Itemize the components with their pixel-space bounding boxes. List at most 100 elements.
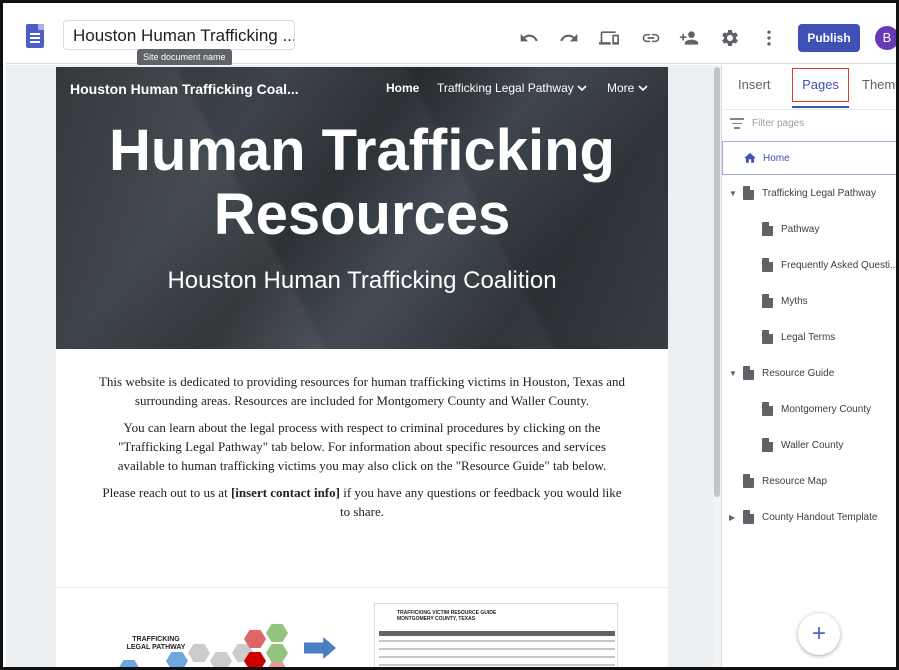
page-icon xyxy=(762,294,773,308)
add-page-button[interactable]: + xyxy=(798,613,840,655)
hero-header[interactable]: Houston Human Trafficking Coal... Home T… xyxy=(56,67,668,349)
hero-subtitle[interactable]: Houston Human Trafficking Coalition xyxy=(56,267,668,295)
undo-icon[interactable] xyxy=(518,28,540,50)
filter-pages-placeholder: Filter pages xyxy=(752,118,805,129)
resource-guide-band xyxy=(379,631,615,636)
pathway-hex xyxy=(188,644,210,662)
account-avatar[interactable]: B xyxy=(875,26,896,50)
page-item-label: Home xyxy=(763,153,790,164)
chevron-down-icon xyxy=(577,81,587,95)
page-item-pathway[interactable]: Pathway xyxy=(722,213,896,247)
page-icon xyxy=(762,438,773,452)
pathway-hex xyxy=(266,662,288,667)
page-icon xyxy=(743,510,754,524)
page-icon xyxy=(762,222,773,236)
google-sites-logo-icon[interactable] xyxy=(26,24,44,48)
screenshot-frame: Houston Human Trafficking ... Site docum… xyxy=(0,0,899,670)
page-item-label: Frequently Asked Questi... xyxy=(781,260,899,271)
page-item-myths[interactable]: Myths xyxy=(722,285,896,319)
section-divider xyxy=(56,587,668,588)
page-icon xyxy=(743,366,754,380)
document-name-tooltip: Site document name xyxy=(137,49,232,66)
publish-button[interactable]: Publish xyxy=(798,24,860,52)
page-item-resource-guide[interactable]: ▼ Resource Guide xyxy=(722,357,896,391)
more-vert-icon[interactable] xyxy=(758,28,780,50)
intro-paragraph: This website is dedicated to providing r… xyxy=(98,374,626,408)
page-icon xyxy=(743,474,754,488)
hero-title-line: Resources xyxy=(213,182,511,247)
nav-item-more[interactable]: More xyxy=(607,81,648,95)
page-item-label: Pathway xyxy=(781,224,820,235)
share-add-person-icon[interactable] xyxy=(678,28,700,50)
resource-guide-image[interactable]: TRAFFICKING VICTIM RESOURCE GUIDE MONTGO… xyxy=(374,603,618,667)
hero-title[interactable]: Human Trafficking Resources xyxy=(56,119,668,247)
text-span: if you have any questions or feedback yo… xyxy=(339,485,622,519)
nav-item-trafficking-legal-pathway[interactable]: Trafficking Legal Pathway xyxy=(437,81,587,95)
settings-gear-icon[interactable] xyxy=(719,28,741,50)
nav-item-home[interactable]: Home xyxy=(386,81,419,95)
site-title[interactable]: Houston Human Trafficking Coal... xyxy=(70,81,299,97)
page-item-label: Trafficking Legal Pathway xyxy=(762,188,876,199)
page-item-montgomery-county[interactable]: Montgomery County xyxy=(722,393,896,427)
page-item-label: Legal Terms xyxy=(781,332,836,343)
editing-canvas: Houston Human Trafficking Coal... Home T… xyxy=(6,65,716,667)
table-line xyxy=(379,648,615,650)
legal-pathway-image-title: TRAFFICKING LEGAL PATHWAY xyxy=(126,636,186,651)
caret-right-icon[interactable]: ▶ xyxy=(729,513,735,522)
page-item-waller-county[interactable]: Waller County xyxy=(722,429,896,463)
site-document-name-input[interactable]: Houston Human Trafficking ... xyxy=(63,20,295,50)
page-item-label: Resource Map xyxy=(762,476,828,487)
page-item-home[interactable]: Home xyxy=(722,141,896,175)
arrow-right-icon xyxy=(304,637,336,659)
page-icon xyxy=(743,186,754,200)
tab-themes[interactable]: Themes xyxy=(862,77,896,92)
page-item-label: Montgomery County xyxy=(781,404,872,415)
link-icon[interactable] xyxy=(640,28,662,50)
pathway-hex xyxy=(266,624,288,642)
page-item-resource-map[interactable]: Resource Map xyxy=(722,465,896,499)
page-item-label: Resource Guide xyxy=(762,368,835,379)
page-item-label: Myths xyxy=(781,296,808,307)
page-icon xyxy=(762,402,773,416)
home-icon xyxy=(743,151,757,164)
intro-text-box[interactable]: This website is dedicated to providing r… xyxy=(96,372,628,529)
legal-pathway-image[interactable]: TRAFFICKING LEGAL PATHWAY xyxy=(96,622,346,667)
page-item-label: Waller County xyxy=(781,440,844,451)
tab-pages[interactable]: Pages xyxy=(792,68,849,102)
editor-toolbar: Houston Human Trafficking ... Site docum… xyxy=(6,6,896,66)
intro-paragraph: You can learn about the legal process wi… xyxy=(117,420,607,473)
page-item-legal-terms[interactable]: Legal Terms xyxy=(722,321,896,355)
pathway-hex xyxy=(166,652,188,667)
caret-down-icon[interactable]: ▼ xyxy=(729,189,737,198)
table-line xyxy=(379,656,615,658)
resource-guide-image-title: TRAFFICKING VICTIM RESOURCE GUIDE MONTGO… xyxy=(397,610,497,622)
site-page-preview: Houston Human Trafficking Coal... Home T… xyxy=(56,67,668,667)
side-panel: Insert Pages Themes Filter pages Home ▼ … xyxy=(721,65,899,667)
active-tab-indicator xyxy=(792,106,849,108)
canvas-scrollbar-thumb[interactable] xyxy=(714,67,720,497)
nav-item-label: Trafficking Legal Pathway xyxy=(437,81,574,95)
chevron-down-icon xyxy=(638,81,648,95)
filter-pages-input[interactable]: Filter pages xyxy=(722,109,896,141)
contact-info-placeholder: [insert contact info] xyxy=(230,485,340,500)
intro-paragraph: Please reach out to us at [insert contac… xyxy=(96,483,628,521)
pathway-hex xyxy=(210,652,232,667)
table-line xyxy=(379,640,615,642)
hero-title-line: Human Trafficking xyxy=(109,118,615,183)
page-item-trafficking-legal-pathway[interactable]: ▼ Trafficking Legal Pathway xyxy=(722,177,896,211)
page-item-faq[interactable]: Frequently Asked Questi... xyxy=(722,249,899,283)
page-icon xyxy=(762,258,773,272)
redo-icon[interactable] xyxy=(558,28,580,50)
table-line xyxy=(379,664,615,666)
text-span: Please reach out to us at xyxy=(102,485,231,500)
filter-icon xyxy=(730,118,744,130)
caret-down-icon[interactable]: ▼ xyxy=(729,369,737,378)
tab-insert[interactable]: Insert xyxy=(738,77,771,92)
pathway-hex xyxy=(266,644,288,662)
nav-item-label: More xyxy=(607,81,635,95)
page-item-county-handout-template[interactable]: ▶ County Handout Template xyxy=(722,501,896,535)
preview-devices-icon[interactable] xyxy=(598,28,620,50)
page-item-label: County Handout Template xyxy=(762,512,878,523)
pathway-hex xyxy=(118,660,140,667)
page-icon xyxy=(762,330,773,344)
